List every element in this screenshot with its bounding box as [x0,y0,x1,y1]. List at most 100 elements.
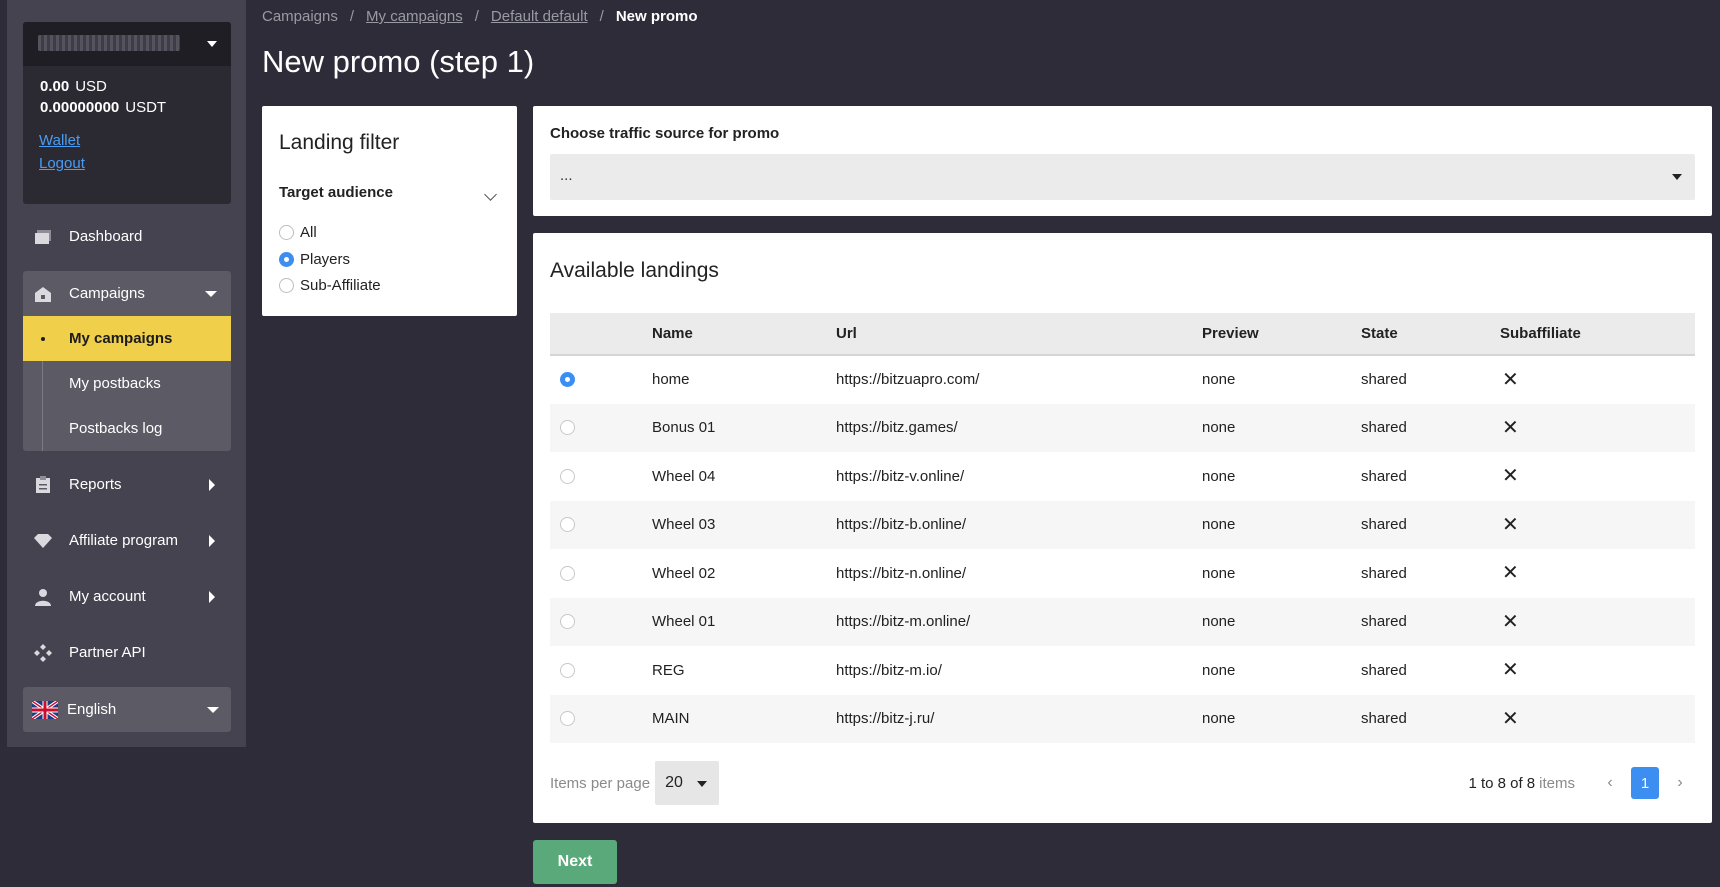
page-title: New promo (step 1) [262,44,535,79]
account-selector[interactable] [23,22,231,66]
wallet-link[interactable]: Wallet [39,132,80,149]
sidebar-item-dashboard[interactable]: Dashboard [23,214,231,259]
radio-button-selected[interactable] [279,252,294,267]
table-row[interactable]: home https://bitzuapro.com/ none shared … [550,355,1695,404]
url-cell: https://bitz-m.io/ [836,661,942,679]
row-radio[interactable] [560,420,575,436]
next-button[interactable]: Next [533,840,617,884]
breadcrumb-my-campaigns-link[interactable]: My campaigns [366,8,463,25]
close-x-icon: ✕ [1502,368,1519,391]
row-radio-selected[interactable] [560,372,575,388]
sidebar-item-affiliate-program[interactable]: Affiliate program [23,518,231,563]
close-x-icon: ✕ [1502,465,1519,488]
chevron-left-icon[interactable]: ‹ [1595,774,1625,792]
row-radio[interactable] [560,468,575,484]
table-row[interactable]: Wheel 01 https://bitz-m.online/ none sha… [550,597,1695,646]
url-cell: https://bitz.games/ [836,403,1202,452]
table-row[interactable]: MAIN https://bitz-j.ru/ none shared ✕ [550,694,1695,743]
subaffiliate-cell: ✕ [1500,452,1695,501]
radio-button[interactable] [279,278,294,293]
name-cell: MAIN [652,694,836,743]
sidebar-item-my-postbacks[interactable]: My postbacks [23,361,231,406]
column-header-url[interactable]: Url [836,313,1202,356]
sidebar-item-partner-api[interactable]: Partner API [23,630,231,675]
chevron-down-icon[interactable] [484,188,497,201]
traffic-source-card: Choose traffic source for promo ... [533,106,1712,216]
table-row[interactable]: Wheel 02 https://bitz-n.online/ none sha… [550,549,1695,598]
row-radio[interactable] [560,565,575,581]
column-header-name[interactable]: Name [652,313,836,356]
audience-option-sub-affiliate[interactable]: Sub-Affiliate [279,277,381,294]
caret-right-icon [209,479,215,491]
url-cell: https://bitz-b.online/ [836,500,1202,549]
balance-amount: 0.00 [40,78,70,95]
close-x-icon: ✕ [1502,562,1519,585]
chevron-right-icon[interactable]: › [1665,774,1695,792]
subaffiliate-cell: ✕ [1500,549,1695,598]
audience-option-players[interactable]: Players [279,251,350,268]
close-x-icon: ✕ [1502,659,1519,682]
breadcrumb-campaigns: Campaigns [262,8,338,25]
table-row[interactable]: REG https://bitz-m.io/ none shared ✕ [550,646,1695,695]
subaffiliate-cell: ✕ [1500,355,1695,404]
state-cell: shared [1361,661,1407,679]
option-label: Players [300,251,351,268]
row-radio[interactable] [560,517,575,533]
select-cell [550,646,652,695]
table-row[interactable]: Wheel 04 https://bitz-v.online/ none sha… [550,452,1695,501]
sidebar-item-label: Partner API [69,644,146,661]
url-cell: https://bitz-j.ru/ [836,694,1202,743]
sidebar-item-label: My postbacks [69,375,161,392]
audience-option-all[interactable]: All [279,224,317,241]
landing-filter-card: Landing filter Target audience All Playe… [262,106,517,316]
sidebar-item-label: My campaigns [69,330,173,347]
table-row[interactable]: Wheel 03 https://bitz-b.online/ none sha… [550,500,1695,549]
caret-down-icon [205,291,217,297]
table-header-row: Name Url Preview State Subaffiliate [550,313,1695,356]
name-cell: Bonus 01 [652,403,836,452]
name-cell: Wheel 03 [652,500,836,549]
column-header-subaffiliate[interactable]: Subaffiliate [1500,313,1695,356]
column-header-state[interactable]: State [1361,313,1500,356]
name-cell: Wheel 01 [652,597,836,646]
column-header-preview[interactable]: Preview [1202,313,1361,356]
radio-button[interactable] [279,225,294,240]
preview-cell: none [1202,661,1236,679]
items-per-page: Items per page 20 [550,761,720,805]
sidebar-item-reports[interactable]: Reports [23,462,231,507]
row-radio[interactable] [560,662,575,678]
api-icon [33,643,53,663]
sidebar: 0.00 USD 0.00000000 USDT Wallet Logout Das… [7,0,246,747]
caret-down-icon [207,707,219,713]
traffic-source-select[interactable]: ... [550,154,1695,200]
url-cell: https://bitz-v.online/ [836,467,965,485]
state-cell: shared [1361,403,1500,452]
sidebar-item-campaigns[interactable]: Campaigns [23,271,231,316]
language-selector[interactable]: English [23,687,231,732]
clipboard-icon [33,475,53,495]
name-cell: home [652,371,690,389]
logout-link[interactable]: Logout [39,155,85,172]
state-cell: shared [1361,467,1407,485]
items-per-page-select[interactable]: 20 [655,761,720,805]
breadcrumb-default-link[interactable]: Default default [491,8,588,25]
preview-cell: none [1202,500,1361,549]
preview-cell: none [1202,467,1236,485]
sidebar-item-postbacks-log[interactable]: Postbacks log [23,406,231,451]
row-radio[interactable] [560,711,575,727]
preview-cell: none [1202,597,1361,646]
column-header-select [550,313,652,356]
url-cell: https://bitzuapro.com/ [836,371,980,389]
preview-cell: none [1202,403,1361,452]
row-radio[interactable] [560,614,575,630]
breadcrumb: Campaigns / My campaigns / Default default / N… [262,8,698,25]
available-landings-title: Available landings [550,259,719,282]
sidebar-item-my-campaigns[interactable]: My campaigns [23,316,231,361]
table-row[interactable]: Bonus 01 https://bitz.games/ none shared… [550,403,1695,452]
close-x-icon: ✕ [1502,416,1519,439]
sidebar-item-label: Affiliate program [69,532,178,549]
sidebar-item-label: Reports [69,476,122,493]
sidebar-item-my-account[interactable]: My account [23,574,231,619]
sidebar-item-label: Campaigns [69,285,145,302]
page-1-button[interactable]: 1 [1631,767,1659,799]
